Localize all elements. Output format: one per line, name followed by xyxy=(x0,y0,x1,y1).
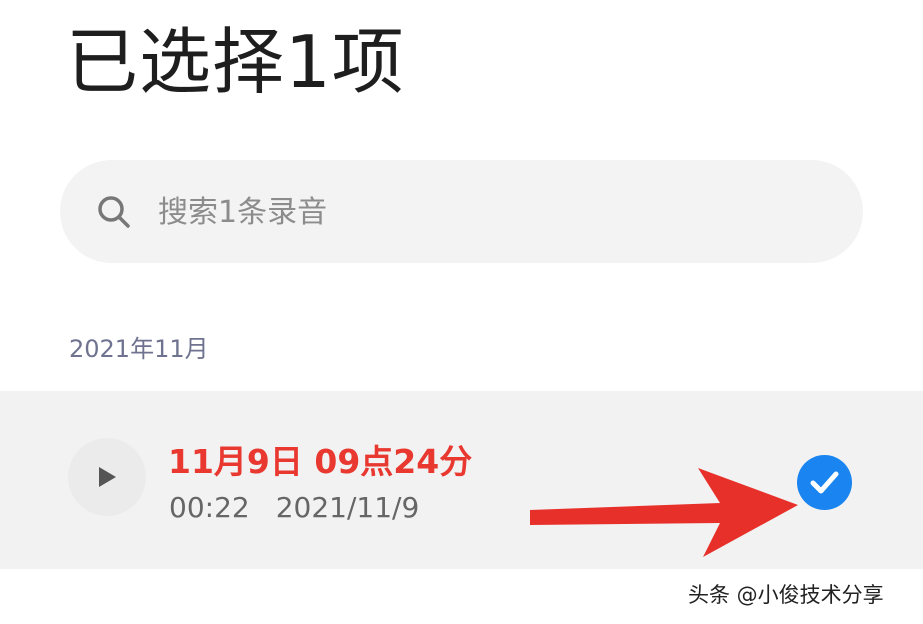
search-icon xyxy=(98,196,130,228)
page-title: 已选择1项 xyxy=(66,20,405,104)
annotation-arrow-icon xyxy=(530,468,798,557)
recording-date: 2021/11/9 xyxy=(275,491,420,524)
watermark: 头条 @小俊技术分享 xyxy=(688,583,884,607)
recording-title: 11月9日 09点24分 xyxy=(168,442,473,481)
play-icon xyxy=(99,467,116,487)
recording-duration: 00:22 xyxy=(169,491,250,524)
checkmark-icon xyxy=(810,471,839,494)
play-button[interactable] xyxy=(68,438,146,516)
search-bar[interactable] xyxy=(60,160,863,263)
section-header-month: 2021年11月 xyxy=(69,335,209,363)
search-input[interactable] xyxy=(158,190,758,234)
selected-checkbox[interactable] xyxy=(797,455,852,510)
recording-meta: 00:22 2021/11/9 xyxy=(169,489,419,527)
